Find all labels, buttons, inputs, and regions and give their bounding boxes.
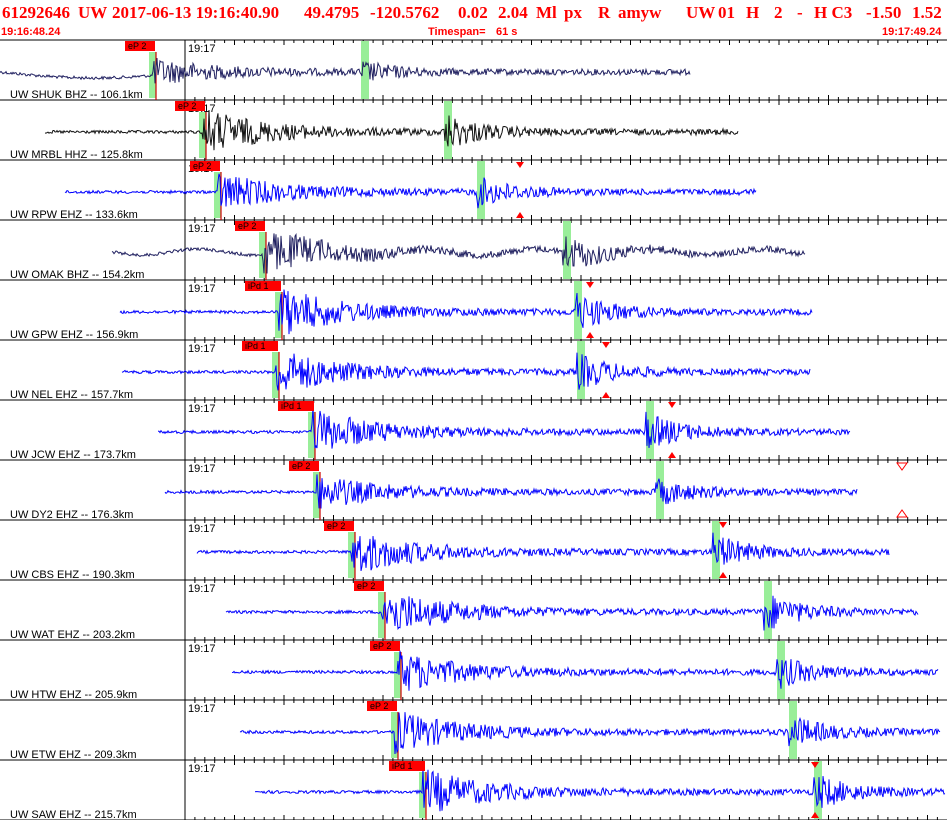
minute-mark-label: 19:17 <box>188 403 216 415</box>
waveform <box>164 474 858 509</box>
amplitude-marker-bottom <box>516 212 524 218</box>
waveform <box>119 289 813 335</box>
station-label: UW WAT EHZ -- 203.2km <box>10 629 135 641</box>
pick-label: eP 2 <box>327 521 345 531</box>
amplitude-marker-top <box>719 522 727 528</box>
waveform <box>239 712 941 755</box>
minute-mark-label: 19:17 <box>188 523 216 535</box>
waveform <box>157 407 851 449</box>
minute-mark-label: 19:17 <box>188 643 216 655</box>
pick-label: iPd 1 <box>248 281 269 291</box>
station-label: UW HTW EHZ -- 205.9km <box>10 689 137 701</box>
minute-mark-label: 19:17 <box>188 343 216 355</box>
amplitude-marker-top <box>516 162 524 168</box>
trace-panel: 19:17 eP 2 UW CBS EHZ -- 190.3km <box>0 520 947 581</box>
minute-mark-label: 19:17 <box>188 43 216 55</box>
minute-mark-label: 19:17 <box>188 583 216 595</box>
amplitude-marker-bottom <box>602 392 610 398</box>
pick-label: eP 2 <box>370 701 388 711</box>
amplitude-marker-top <box>668 402 676 408</box>
trace-panel: 19:17 eP 2 UW SHUK BHZ -- 106.1km <box>0 39 947 101</box>
trace-panel: 19:17 iPd 1 UW GPW EHZ -- 156.9km <box>0 280 947 341</box>
amplitude-marker-top <box>586 282 594 288</box>
pick-label: eP 2 <box>128 41 146 51</box>
pick-label: eP 2 <box>178 101 196 111</box>
trace-panel: 19:17 iPd 1 UW NEL EHZ -- 157.7km <box>0 340 947 401</box>
pick-label: iPd 1 <box>392 761 413 771</box>
trace-panel: 19:17 iPd 1 UW JCW EHZ -- 173.7km <box>0 400 947 461</box>
pick-label: iPd 1 <box>281 401 302 411</box>
amplitude-marker-bottom <box>668 452 676 458</box>
minute-mark-label: 19:17 <box>188 703 216 715</box>
station-label: UW DY2 EHZ -- 176.3km <box>10 509 133 521</box>
waveform <box>254 767 946 812</box>
pick-label: eP 2 <box>373 641 391 651</box>
amplitude-marker-top <box>602 342 610 348</box>
trace-panel: 19:17 eP 2 UW WAT EHZ -- 203.2km <box>0 580 947 641</box>
pick-label: iPd 1 <box>245 341 266 351</box>
trace-panel: 19:17 eP 2 UW ETW EHZ -- 209.3km <box>0 700 947 761</box>
amplitude-marker-bottom <box>719 572 727 578</box>
hollow-marker-bottom <box>896 509 908 518</box>
minute-mark-label: 19:17 <box>188 763 216 775</box>
pick-label: eP 2 <box>357 581 375 591</box>
trace-panel: 19:17 iPd 1 UW SAW EHZ -- 215.7km <box>0 760 947 820</box>
station-label: UW ETW EHZ -- 209.3km <box>10 749 137 761</box>
minute-mark-label: 19:17 <box>188 223 216 235</box>
trace-panel: 19:17eP 2UW MRBL HHZ -- 125.8km <box>0 100 947 161</box>
panels: 19:17 eP 2 UW SHUK BHZ -- 106.1km 19:17 eP 2… <box>0 39 947 820</box>
trace-panel: 19:17 eP 2 UW DY2 EHZ -- 176.3km <box>0 460 947 521</box>
station-label: UW NEL EHZ -- 157.7km <box>10 389 133 401</box>
waveform <box>44 109 739 151</box>
waveform <box>225 595 919 631</box>
amplitude-marker-bottom <box>586 332 594 338</box>
waveform <box>196 532 890 572</box>
trace-panel: 19:17 eP 2 UW OMAK BHZ -- 154.2km <box>0 220 947 281</box>
station-label: UW CBS EHZ -- 190.3km <box>10 569 135 581</box>
station-label: UW MRBL HHZ -- 125.8km <box>10 149 143 161</box>
waveform <box>64 173 757 209</box>
trace-panel: 19:17 eP 2 UW HTW EHZ -- 205.9km <box>0 640 947 701</box>
p-pick-band <box>272 352 279 398</box>
minute-mark-label: 19:17 <box>188 463 216 475</box>
station-label: UW SHUK BHZ -- 106.1km <box>10 89 143 101</box>
station-label: UW RPW EHZ -- 133.6km <box>10 209 138 221</box>
seismogram-traces[interactable]: 19:17 eP 2 UW SHUK BHZ -- 106.1km 19:17 eP 2… <box>0 0 947 820</box>
hollow-marker-top <box>896 462 908 471</box>
station-label: UW OMAK BHZ -- 154.2km <box>10 269 144 281</box>
station-label: UW GPW EHZ -- 156.9km <box>10 329 138 341</box>
waveform <box>111 232 806 274</box>
waveform <box>121 352 811 391</box>
waveform <box>0 57 691 84</box>
minute-mark-label: 19:17 <box>188 283 216 295</box>
trace-panel: 19:17eP 2UW RPW EHZ -- 133.6km <box>0 160 947 221</box>
waveform <box>231 650 939 691</box>
pick-label: eP 2 <box>238 221 256 231</box>
station-label: UW SAW EHZ -- 215.7km <box>10 809 137 820</box>
station-label: UW JCW EHZ -- 173.7km <box>10 449 136 461</box>
pick-label: eP 2 <box>292 461 310 471</box>
pick-label: eP 2 <box>193 161 211 171</box>
seismogram-viewer: 61292646 UW 2017-06-13 19:16:40.90 49.47… <box>0 0 947 820</box>
